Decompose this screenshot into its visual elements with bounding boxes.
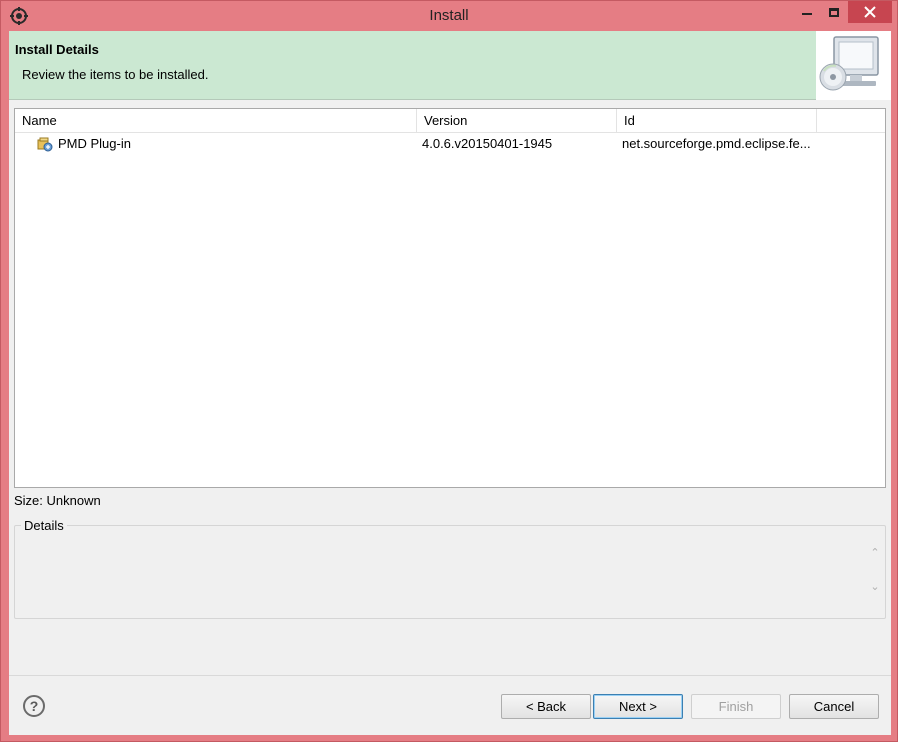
cancel-button[interactable]: Cancel <box>789 694 879 719</box>
feature-plugin-icon <box>37 137 53 152</box>
row-name-cell: PMD Plug-in <box>37 133 417 155</box>
table-header: Name Version Id <box>15 109 885 133</box>
row-version: 4.0.6.v20150401-1945 <box>422 136 553 151</box>
minimize-icon <box>802 13 812 15</box>
minimize-button[interactable] <box>794 1 820 23</box>
next-button[interactable]: Next > <box>593 694 683 719</box>
monitor-cd-icon <box>819 36 879 91</box>
details-group: Details ⌃ ⌄ <box>14 518 886 619</box>
banner-description: Review the items to be installed. <box>22 67 209 82</box>
button-bar-separator <box>9 675 891 676</box>
column-header-name[interactable]: Name <box>15 109 417 133</box>
details-text-area[interactable] <box>19 540 859 612</box>
install-items-table[interactable]: Name Version Id PMD Plug-in 4.0.6.v20150… <box>14 108 886 488</box>
column-header-id[interactable]: Id <box>617 109 817 133</box>
maximize-button[interactable] <box>821 1 847 23</box>
column-header-version[interactable]: Version <box>417 109 617 133</box>
install-wizard-image <box>816 31 891 100</box>
back-button-label: < Back <box>525 699 567 714</box>
row-name: PMD Plug-in <box>58 136 131 151</box>
row-id: net.sourceforge.pmd.eclipse.fe... <box>622 136 811 151</box>
maximize-icon <box>829 7 839 17</box>
table-row[interactable]: PMD Plug-in 4.0.6.v20150401-1945 net.sou… <box>15 133 885 155</box>
help-button[interactable]: ? <box>23 695 45 717</box>
chevron-up-icon[interactable]: ⌃ <box>868 546 882 560</box>
back-button[interactable]: < Back <box>501 694 591 719</box>
finish-button-label: Finish <box>718 699 754 714</box>
close-icon <box>864 6 876 18</box>
next-button-label: Next > <box>619 699 657 714</box>
close-button[interactable] <box>848 1 892 23</box>
size-label: Size: Unknown <box>14 493 101 508</box>
details-legend: Details <box>21 518 67 533</box>
dialog-client-area: Install Details Review the items to be i… <box>9 31 891 735</box>
window-title: Install <box>429 7 469 24</box>
cancel-button-label: Cancel <box>813 699 855 714</box>
chevron-down-icon[interactable]: ⌄ <box>868 580 882 594</box>
install-window: Install Install Details Review the items… <box>0 0 898 742</box>
wizard-banner: Install Details Review the items to be i… <box>9 31 891 100</box>
title-bar[interactable]: Install <box>1 1 897 31</box>
finish-button[interactable]: Finish <box>691 694 781 719</box>
banner-title: Install Details <box>15 42 99 57</box>
